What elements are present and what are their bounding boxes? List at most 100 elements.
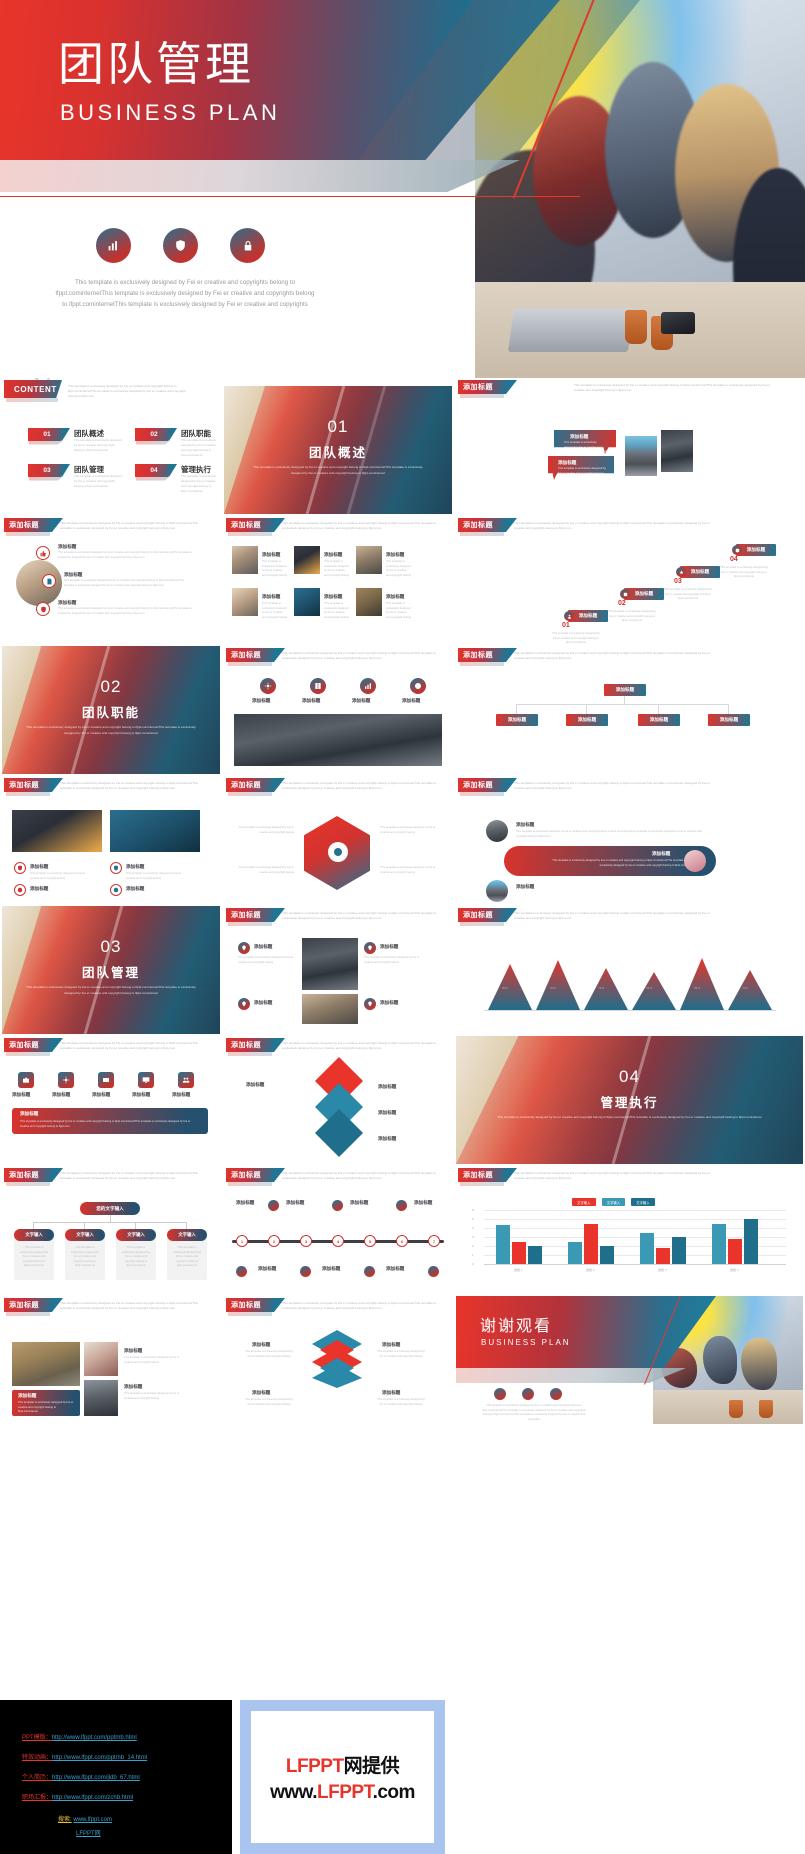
slide-icon-row-banner[interactable]: 添加标题 This template is exclusively design… (2, 1036, 220, 1164)
cell-5-body: This template is exclusively designed by… (324, 602, 349, 619)
slide-section-03[interactable]: 03 团队管理 This template is exclusively des… (2, 906, 220, 1034)
footer-search-name[interactable]: LFPPT网 (76, 1831, 101, 1837)
timeline-node-4[interactable]: 4 (332, 1235, 344, 1247)
timeline-node-1[interactable]: 1 (236, 1235, 248, 1247)
slide-org-chart[interactable]: 添加标题 This template is exclusively design… (2, 1166, 220, 1294)
step-chip-3[interactable]: 添加标题 (680, 566, 720, 578)
org-child-4[interactable]: 文字输入 (167, 1229, 207, 1241)
footer-link-3-url[interactable]: http://www.lfppt.com/jldb_67.html (52, 1775, 140, 1781)
org-child-1-label: 文字输入 (25, 1232, 43, 1237)
toc-num-4[interactable]: 04 (135, 464, 173, 477)
tree-leaf-4[interactable]: 添加标题 (708, 714, 750, 726)
y-tick-2: 2 (472, 1244, 474, 1248)
step-1-label: 添加标题 (578, 613, 598, 618)
timeline-node-6[interactable]: 6 (396, 1235, 408, 1247)
slide-peak-chart[interactable]: 添加标题 This template is exclusively design… (456, 906, 803, 1034)
slide-icons-city[interactable]: 添加标题 This template is exclusively design… (224, 646, 452, 774)
slide-three-bullets[interactable]: 添加标题 This template is exclusively design… (2, 516, 220, 644)
pin-icon-2[interactable] (364, 942, 376, 954)
badge-icon-3[interactable] (14, 884, 26, 896)
timeline-node-3[interactable]: 3 (300, 1235, 312, 1247)
gear-icon[interactable] (260, 678, 276, 694)
monitor-icon[interactable] (138, 1072, 154, 1088)
legend-item-1[interactable]: 文字输入 (572, 1198, 596, 1206)
footer-link-4-url[interactable]: http://www.lfppt.com/zchb.html (52, 1795, 133, 1801)
org-root[interactable]: 您的文字输入 (80, 1202, 140, 1215)
shield-icon[interactable] (36, 602, 50, 616)
slide-photo-collage[interactable]: 添加标题 This template is exclusively design… (2, 1296, 220, 1424)
badge-icon-2[interactable] (110, 862, 122, 874)
photo-cards (84, 1342, 118, 1376)
thumbs-up-icon[interactable] (36, 546, 50, 560)
slide-two-photos-list[interactable]: 添加标题 This template is exclusively design… (2, 776, 220, 904)
tree-root-chip[interactable]: 添加标题 (604, 684, 646, 696)
chart-icon[interactable] (494, 1388, 506, 1400)
toc-num-3[interactable]: 03 (28, 464, 66, 477)
tree-leaf-2[interactable]: 添加标题 (566, 714, 608, 726)
slide-pill-highlight[interactable]: 添加标题 This template is exclusively design… (456, 776, 803, 904)
timeline-node-2[interactable]: 2 (268, 1235, 280, 1247)
slide-callouts[interactable]: 添加标题 This template is exclusively design… (456, 378, 803, 518)
slide-hexagon[interactable]: 添加标题 This template is exclusively design… (224, 776, 452, 904)
bar-c1-s2 (512, 1242, 526, 1264)
slide-subtext: This template is exclusively designed by… (514, 781, 711, 791)
shield-icon[interactable] (522, 1388, 534, 1400)
tree-leaf-1[interactable]: 添加标题 (496, 714, 538, 726)
step-chip-1[interactable]: 添加标题 (568, 610, 608, 622)
slide-timeline[interactable]: 添加标题 This template is exclusively design… (224, 1166, 452, 1294)
timeline-node-5[interactable]: 5 (364, 1235, 376, 1247)
pin-icon-1[interactable] (238, 942, 250, 954)
money-icon[interactable] (98, 1072, 114, 1088)
pin-icon-3[interactable] (238, 998, 250, 1010)
lock-icon[interactable] (230, 228, 265, 263)
slide-staircase[interactable]: 添加标题 This template is exclusively design… (456, 516, 803, 644)
footer-search-url[interactable]: www.lfppt.com (73, 1817, 112, 1823)
slide-diamonds[interactable]: 添加标题 This template is exclusively design… (224, 1036, 452, 1164)
toc-num-1[interactable]: 01 (28, 428, 66, 441)
book-icon[interactable] (310, 678, 326, 694)
lock-icon[interactable] (550, 1388, 562, 1400)
slide-photo-cards[interactable]: 添加标题 This template is exclusively design… (224, 906, 452, 1034)
tree-leaf-3[interactable]: 添加标题 (638, 714, 680, 726)
slide-heading: 添加标题 (458, 518, 517, 532)
slide-photo-grid[interactable]: 添加标题 This template is exclusively design… (224, 516, 452, 644)
slide-section-01[interactable]: 01 团队概述 This template is exclusively des… (224, 386, 452, 514)
chart-icon[interactable] (360, 678, 376, 694)
photo-city-1 (625, 436, 657, 476)
org-child-1[interactable]: 文字输入 (14, 1229, 54, 1241)
toc-num-2[interactable]: 02 (135, 428, 173, 441)
briefcase-icon[interactable] (18, 1072, 34, 1088)
people-icon[interactable] (178, 1072, 194, 1088)
badge-icon-1[interactable] (14, 862, 26, 874)
legend-item-2[interactable]: 文字输入 (601, 1198, 626, 1206)
slide-section-02[interactable]: 02 团队职能 This template is exclusively des… (2, 646, 220, 774)
step-chip-4[interactable]: 添加标题 (736, 544, 776, 556)
slide-toc[interactable]: CONTENT This template is exclusively des… (2, 378, 220, 518)
footer-link-2-url[interactable]: http://www.lfppt.com/pptmb_14.html (52, 1755, 147, 1761)
slide-layered-diamonds[interactable]: 添加标题 This template is exclusively design… (224, 1296, 452, 1424)
slide-thanks[interactable]: 谢谢观看 BUSINESS PLAN This template is excl… (456, 1296, 803, 1424)
chart-icon[interactable] (96, 228, 131, 263)
section-number: 03 (100, 936, 122, 956)
cell-6-title: 添加标题 (386, 594, 405, 599)
footer-link-1-url[interactable]: http://www.lfppt.com/pptmb.html (52, 1735, 137, 1741)
slide-bar-chart[interactable]: 添加标题 This template is exclusively design… (456, 1166, 803, 1294)
section-desc: This template is exclusively designed by… (26, 985, 196, 995)
org-child-2[interactable]: 文字输入 (65, 1229, 105, 1241)
legend-item-3[interactable]: 文字输入 (631, 1198, 655, 1206)
slide-tag-tree[interactable]: 添加标题 This template is exclusively design… (456, 646, 803, 774)
money-icon[interactable] (410, 678, 426, 694)
shield-icon[interactable] (163, 228, 198, 263)
slide-subtext: This template is exclusively designed by… (282, 911, 436, 921)
timeline-icon-bot-3 (364, 1266, 375, 1277)
photo-sunset (110, 810, 200, 852)
timeline-node-7[interactable]: 7 (428, 1235, 440, 1247)
toc-intro: This template is exclusively designed by… (68, 384, 186, 399)
org-child-3[interactable]: 文字输入 (116, 1229, 156, 1241)
slide-section-04[interactable]: 04 管理执行 This template is exclusively des… (456, 1036, 803, 1164)
gear-icon[interactable] (58, 1072, 74, 1088)
pin-icon-4[interactable] (364, 998, 376, 1010)
badge-icon-4[interactable] (110, 884, 122, 896)
document-icon[interactable] (42, 574, 56, 588)
step-chip-2[interactable]: 添加标题 (624, 588, 664, 600)
